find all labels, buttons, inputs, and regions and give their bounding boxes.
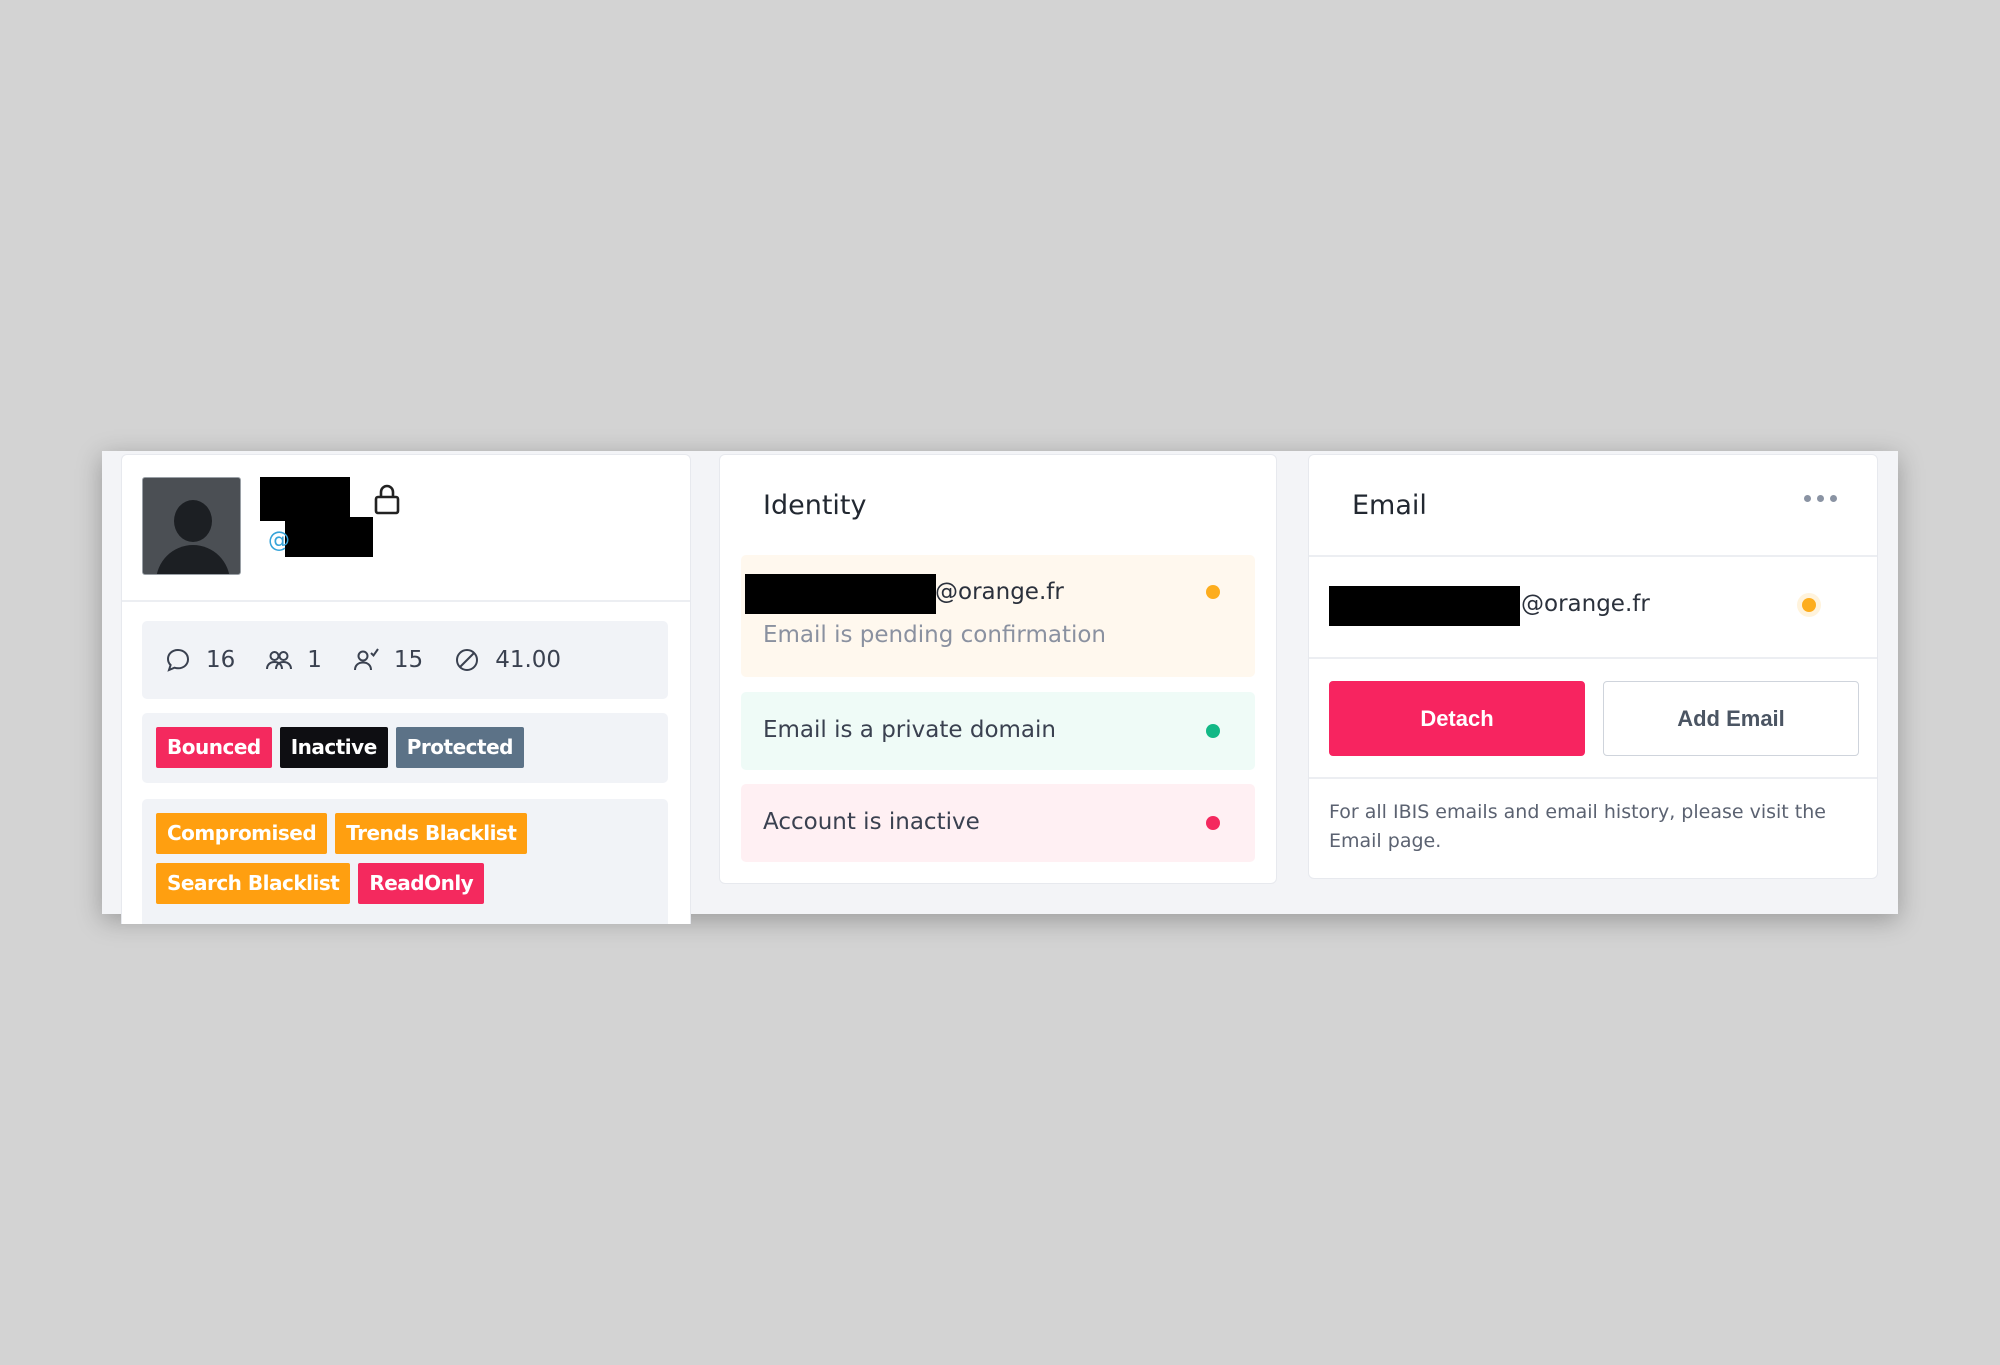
identity-email-domain: @orange.fr — [935, 579, 1064, 605]
stat-followers: 1 — [265, 646, 322, 674]
status-dot-ok — [1206, 724, 1220, 738]
email-status-dot — [1802, 598, 1816, 612]
status-dot-error — [1206, 816, 1220, 830]
identity-row-account-inactive: Account is inactive — [741, 784, 1255, 862]
user-check-icon — [353, 648, 379, 671]
tag-inactive[interactable]: Inactive — [279, 727, 388, 768]
identity-card: Identity @orange.fr Email is pending con… — [719, 454, 1277, 884]
stat-comments-value: 16 — [206, 647, 236, 673]
stat-verified-value: 15 — [393, 647, 424, 673]
identity-row-email-pending: @orange.fr Email is pending confirmation — [741, 555, 1255, 677]
identity-title: Identity — [763, 490, 867, 521]
stat-comments: 16 — [164, 646, 235, 674]
stat-followers-value: 1 — [307, 647, 322, 673]
profile-panel: @ 16 1 15 41.00 Bounced Inactive Protect… — [102, 451, 1898, 924]
tag-search-blacklist[interactable]: Search Blacklist — [156, 863, 351, 904]
users-icon — [266, 651, 293, 670]
comment-icon — [166, 648, 190, 672]
user-handle-prefix: @ — [268, 528, 290, 553]
identity-row-text: Email is a private domain — [763, 717, 1056, 743]
redacted-handle — [285, 517, 373, 557]
tag-readonly[interactable]: ReadOnly — [358, 863, 485, 904]
detach-button[interactable]: Detach — [1329, 681, 1585, 756]
redacted-email-local — [745, 574, 936, 614]
email-title: Email — [1352, 490, 1427, 521]
tag-protected[interactable]: Protected — [395, 727, 524, 768]
more-horizontal-icon[interactable] — [1804, 495, 1837, 502]
tag-compromised[interactable]: Compromised — [156, 813, 328, 854]
stat-verified: 15 — [352, 646, 423, 674]
user-stats: 16 1 15 41.00 — [142, 621, 668, 699]
lock-icon — [374, 484, 400, 515]
user-silhouette-icon — [174, 500, 212, 542]
email-history-note: For all IBIS emails and email history, p… — [1329, 801, 1826, 852]
identity-row-text: Email is pending confirmation — [763, 622, 1107, 648]
identity-row-private-domain: Email is a private domain — [741, 692, 1255, 770]
tag-bounced[interactable]: Bounced — [156, 727, 272, 768]
divider — [122, 600, 690, 602]
redacted-email-local — [1329, 586, 1520, 626]
identity-row-text: Account is inactive — [763, 809, 980, 835]
status-dot-pending — [1206, 585, 1220, 599]
ban-icon — [456, 649, 479, 671]
divider — [1309, 777, 1877, 779]
add-email-button[interactable]: Add Email — [1603, 681, 1859, 756]
flag-tags: Compromised Trends Blacklist Search Blac… — [142, 799, 668, 924]
redacted-username — [260, 477, 350, 521]
divider — [1309, 555, 1877, 557]
email-card: Email @orange.fr Detach Add Email For al… — [1308, 454, 1878, 879]
status-tags: Bounced Inactive Protected — [142, 713, 668, 783]
divider — [1309, 657, 1877, 659]
stat-score: 41.00 — [453, 646, 561, 674]
tag-trends-blacklist[interactable]: Trends Blacklist — [335, 813, 528, 854]
email-address-domain: @orange.fr — [1521, 591, 1650, 617]
avatar[interactable] — [142, 477, 241, 575]
user-profile-card: @ 16 1 15 41.00 Bounced Inactive Protect… — [121, 454, 691, 924]
stat-score-value: 41.00 — [495, 647, 562, 673]
